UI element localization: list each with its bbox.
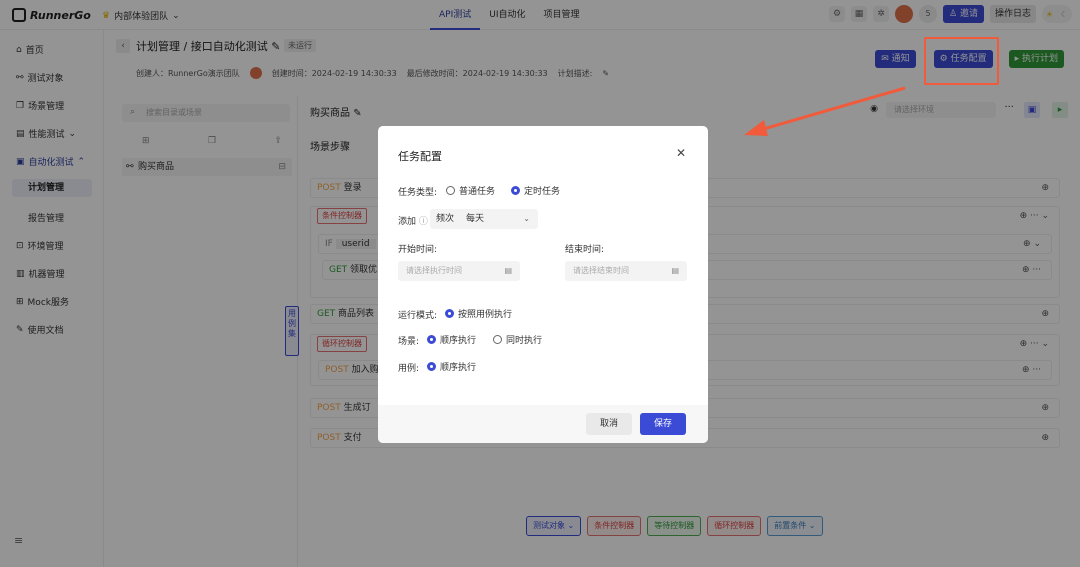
radio-timed-task[interactable]: 定时任务	[511, 184, 560, 197]
scene-label: 场景:	[398, 337, 420, 347]
end-time-input[interactable]: 请选择结束时间 ▤	[565, 261, 687, 281]
freq-value: 每天	[466, 214, 485, 224]
radio-on-icon	[445, 309, 454, 318]
task-config-dialog: 任务配置 ✕ 任务类型: 普通任务 定时任务 添加 ⓘ 频次 每天 ⌄ 开始时间: …	[378, 126, 708, 443]
start-time-label: 开始时间:	[398, 245, 438, 255]
calendar-icon: ▤	[504, 266, 512, 275]
radio-label: 同时执行	[506, 336, 543, 346]
run-mode-label: 运行模式:	[398, 311, 438, 321]
radio-on-icon	[511, 186, 520, 195]
radio-label: 顺序执行	[440, 336, 477, 346]
frequency-select[interactable]: 频次 每天 ⌄	[430, 209, 538, 229]
case-label: 用例:	[398, 364, 420, 374]
save-button[interactable]: 保存	[640, 413, 687, 435]
cancel-button[interactable]: 取消	[586, 413, 633, 435]
radio-off-icon	[446, 186, 455, 195]
end-placeholder: 请选择结束时间	[573, 266, 629, 275]
radio-label: 按照用例执行	[458, 310, 513, 320]
close-icon[interactable]: ✕	[676, 146, 686, 160]
dialog-title: 任务配置	[398, 150, 442, 163]
radio-label: 普通任务	[459, 187, 496, 197]
radio-off-icon	[493, 335, 502, 344]
calendar-icon: ▤	[671, 266, 679, 275]
radio-label: 顺序执行	[440, 363, 477, 373]
dialog-footer: 取消 保存	[378, 405, 708, 443]
start-time-input[interactable]: 请选择执行时间 ▤	[398, 261, 520, 281]
radio-normal-task[interactable]: 普通任务	[446, 184, 495, 197]
freq-label: 频次	[436, 214, 455, 224]
add-label-text: 添加	[398, 217, 417, 227]
end-time-label: 结束时间:	[565, 245, 605, 255]
radio-on-icon	[427, 335, 436, 344]
start-placeholder: 请选择执行时间	[406, 266, 462, 275]
chevron-down-icon: ⌄	[523, 214, 530, 223]
radio-scene-sequential[interactable]: 顺序执行	[427, 333, 476, 346]
radio-on-icon	[427, 362, 436, 371]
add-label: 添加 ⓘ	[398, 214, 428, 227]
radio-case-sequential[interactable]: 顺序执行	[427, 360, 476, 373]
radio-scene-parallel[interactable]: 同时执行	[493, 333, 542, 346]
annotation-highlight	[924, 37, 999, 85]
info-icon: ⓘ	[418, 217, 428, 227]
task-type-label: 任务类型:	[398, 188, 438, 198]
radio-run-by-case[interactable]: 按照用例执行	[445, 307, 512, 320]
radio-label: 定时任务	[524, 187, 561, 197]
